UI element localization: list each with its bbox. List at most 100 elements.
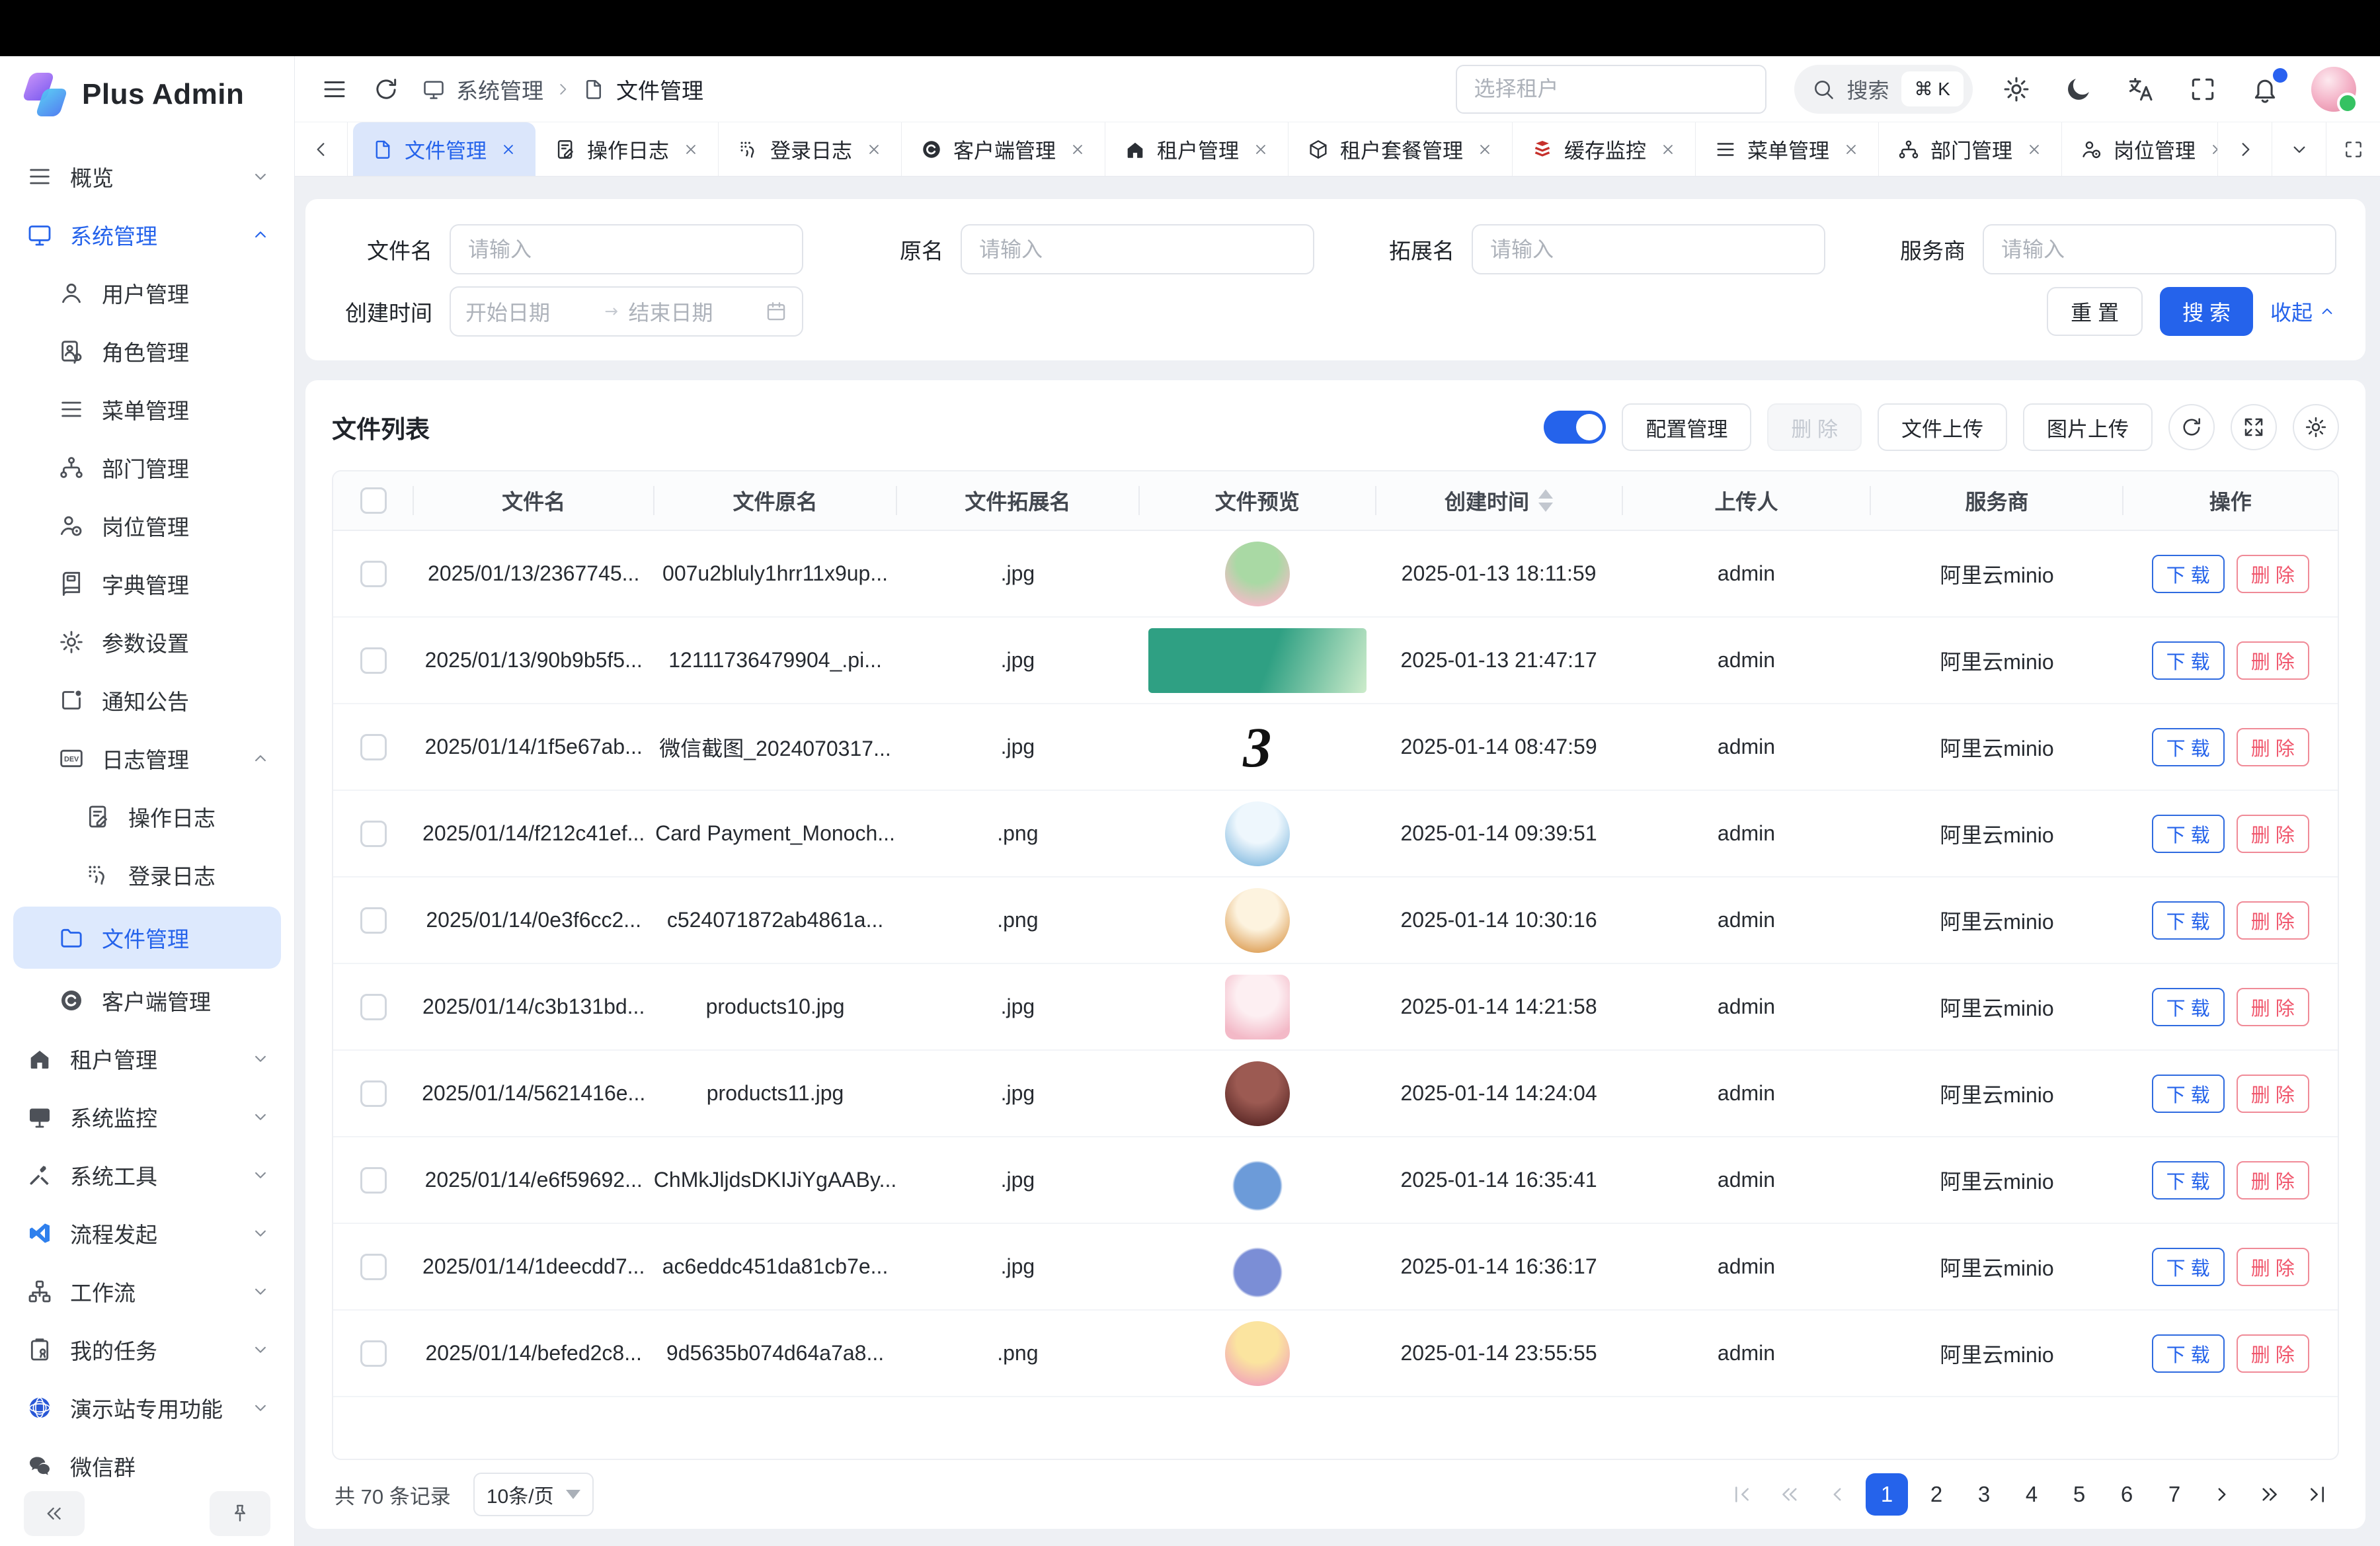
- tab-7[interactable]: 菜单管理: [1696, 122, 1879, 176]
- row-checkbox[interactable]: [360, 1080, 387, 1107]
- filter-input-1[interactable]: [961, 224, 1314, 274]
- sidebar-item-13[interactable]: 文件管理: [13, 907, 281, 969]
- filter-input-2[interactable]: [1472, 224, 1825, 274]
- sidebar-item-20[interactable]: 我的任务: [0, 1321, 294, 1379]
- sidebar-item-8[interactable]: 参数设置: [0, 613, 294, 671]
- file-preview-thumbnail[interactable]: [1216, 1146, 1298, 1215]
- reset-button[interactable]: 重 置: [2047, 287, 2143, 336]
- download-button[interactable]: 下 载: [2152, 641, 2225, 680]
- breadcrumb-item[interactable]: 系统管理: [456, 73, 543, 105]
- file-preview-thumbnail[interactable]: [1225, 1321, 1290, 1386]
- page-button-7[interactable]: 7: [2155, 1473, 2194, 1516]
- dark-mode-button[interactable]: [2063, 73, 2094, 105]
- download-button[interactable]: 下 载: [2152, 1248, 2225, 1286]
- collapse-filters-link[interactable]: 收起: [2270, 296, 2336, 327]
- image-upload-button[interactable]: 图片上传: [2023, 403, 2153, 451]
- config-manage-button[interactable]: 配置管理: [1622, 403, 1751, 451]
- search-button[interactable]: 搜 索: [2160, 287, 2253, 336]
- sidebar-item-22[interactable]: 微信群: [0, 1437, 294, 1481]
- file-preview-thumbnail[interactable]: [1225, 542, 1290, 606]
- file-preview-thumbnail[interactable]: [1225, 801, 1290, 866]
- tabs-menu-button[interactable]: [2272, 122, 2326, 176]
- file-preview-thumbnail[interactable]: [1148, 628, 1367, 693]
- download-button[interactable]: 下 载: [2152, 728, 2225, 766]
- page-button-5[interactable]: 5: [2060, 1473, 2098, 1516]
- row-checkbox[interactable]: [360, 734, 387, 760]
- file-upload-button[interactable]: 文件上传: [1878, 403, 2007, 451]
- download-button[interactable]: 下 载: [2152, 1075, 2225, 1113]
- delete-button[interactable]: 删 除: [2237, 1075, 2309, 1113]
- notifications-button[interactable]: [2249, 73, 2281, 105]
- delete-button[interactable]: 删 除: [2237, 728, 2309, 766]
- page-button-4[interactable]: 4: [2012, 1473, 2051, 1516]
- delete-button[interactable]: 删 除: [2237, 815, 2309, 853]
- sidebar-item-16[interactable]: 系统监控: [0, 1088, 294, 1146]
- sidebar-item-10[interactable]: DEV日志管理: [0, 729, 294, 788]
- collapse-sidebar-button[interactable]: [24, 1491, 85, 1536]
- sidebar-item-21[interactable]: 演示站专用功能: [0, 1379, 294, 1437]
- sidebar-item-15[interactable]: 租户管理: [0, 1030, 294, 1088]
- tab-2[interactable]: 登录日志: [719, 122, 902, 176]
- sidebar-item-3[interactable]: 角色管理: [0, 322, 294, 380]
- sidebar-item-18[interactable]: 流程发起: [0, 1204, 294, 1262]
- sidebar-item-11[interactable]: 操作日志: [0, 788, 294, 846]
- global-search-button[interactable]: 搜索 ⌘ K: [1794, 65, 1973, 114]
- page-button-2[interactable]: 2: [1917, 1473, 1956, 1516]
- file-preview-thumbnail[interactable]: [1216, 1233, 1298, 1301]
- sidebar-item-19[interactable]: 工作流: [0, 1262, 294, 1321]
- tab-5[interactable]: 租户套餐管理: [1289, 122, 1513, 176]
- sidebar-item-2[interactable]: 用户管理: [0, 264, 294, 322]
- row-checkbox[interactable]: [360, 647, 387, 674]
- prev-pages-button[interactable]: [1770, 1473, 1809, 1516]
- tab-4[interactable]: 租户管理: [1105, 122, 1289, 176]
- sidebar-item-0[interactable]: 概览: [0, 147, 294, 206]
- tabs-scroll-right-button[interactable]: [2217, 122, 2272, 176]
- delete-button[interactable]: 删 除: [2237, 988, 2309, 1026]
- refresh-table-button[interactable]: [2168, 404, 2215, 450]
- page-button-3[interactable]: 3: [1965, 1473, 2003, 1516]
- tabs-scroll-left-button[interactable]: [295, 122, 348, 176]
- row-checkbox[interactable]: [360, 1254, 387, 1280]
- toggle-sidebar-button[interactable]: [319, 73, 350, 105]
- settings-button[interactable]: [2001, 73, 2032, 105]
- download-button[interactable]: 下 载: [2152, 1161, 2225, 1200]
- delete-button[interactable]: 删 除: [2237, 1248, 2309, 1286]
- sidebar-item-14[interactable]: 客户端管理: [0, 971, 294, 1030]
- fullscreen-button[interactable]: [2187, 73, 2219, 105]
- bulk-delete-button[interactable]: 删 除: [1767, 403, 1862, 451]
- sidebar-item-12[interactable]: 登录日志: [0, 846, 294, 904]
- row-checkbox[interactable]: [360, 994, 387, 1020]
- page-button-1[interactable]: 1: [1866, 1473, 1908, 1516]
- pin-sidebar-button[interactable]: [210, 1491, 270, 1536]
- file-preview-thumbnail[interactable]: 3: [1214, 714, 1300, 780]
- sidebar-item-9[interactable]: 通知公告: [0, 671, 294, 729]
- file-preview-thumbnail[interactable]: [1225, 888, 1290, 953]
- row-checkbox[interactable]: [360, 1340, 387, 1367]
- next-page-button[interactable]: [2203, 1473, 2241, 1516]
- tab-1[interactable]: 操作日志: [536, 122, 719, 176]
- page-size-select[interactable]: 10条/页: [473, 1473, 594, 1516]
- file-preview-thumbnail[interactable]: [1225, 975, 1290, 1039]
- last-page-button[interactable]: [2298, 1473, 2336, 1516]
- row-checkbox[interactable]: [360, 561, 387, 587]
- delete-button[interactable]: 删 除: [2237, 1334, 2309, 1373]
- sidebar-item-6[interactable]: 岗位管理: [0, 497, 294, 555]
- row-checkbox[interactable]: [360, 907, 387, 934]
- download-button[interactable]: 下 载: [2152, 901, 2225, 940]
- tab-8[interactable]: 部门管理: [1879, 122, 2062, 176]
- sidebar-item-17[interactable]: 系统工具: [0, 1146, 294, 1204]
- download-button[interactable]: 下 载: [2152, 815, 2225, 853]
- delete-button[interactable]: 删 除: [2237, 641, 2309, 680]
- date-range-input[interactable]: 开始日期 结束日期: [450, 286, 803, 337]
- user-avatar[interactable]: [2311, 67, 2356, 112]
- tab-9[interactable]: 岗位管理: [2062, 122, 2217, 176]
- content-fullscreen-button[interactable]: [2326, 122, 2380, 176]
- sidebar-item-7[interactable]: 字典管理: [0, 555, 294, 613]
- delete-button[interactable]: 删 除: [2237, 901, 2309, 940]
- row-checkbox[interactable]: [360, 821, 387, 847]
- config-toggle-switch[interactable]: [1544, 411, 1606, 444]
- row-checkbox[interactable]: [360, 1167, 387, 1194]
- filter-input-0[interactable]: [450, 224, 803, 274]
- filter-input-3[interactable]: [1983, 224, 2336, 274]
- select-all-checkbox[interactable]: [360, 487, 387, 514]
